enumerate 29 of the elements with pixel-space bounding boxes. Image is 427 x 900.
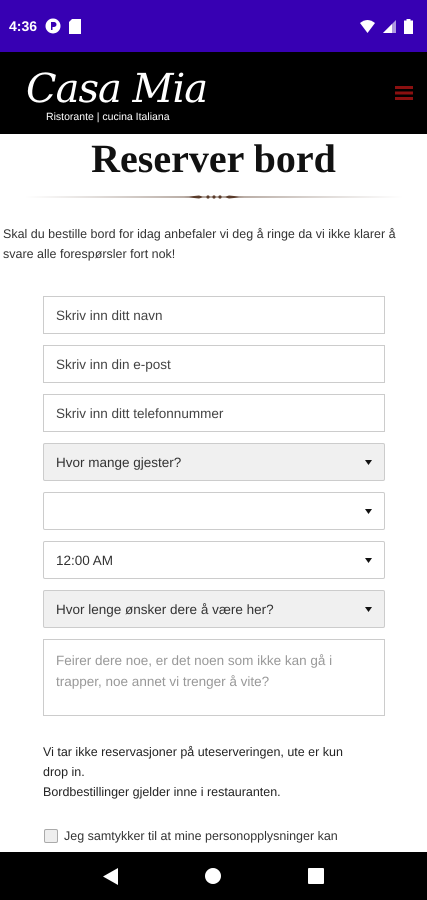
home-icon[interactable] bbox=[204, 868, 221, 884]
battery-icon bbox=[404, 18, 413, 34]
info-text: Vi tar ikke reservasjoner på uteserveringen, ute er kun drop in. bbox=[43, 744, 344, 781]
wifi-icon bbox=[360, 20, 375, 32]
caret-icon bbox=[365, 558, 372, 562]
intro-text: Skal du bestille bord for idag anbefaler vi deg å ringe da vi ikke klarer å svare alle forespørsler fort nok! bbox=[2, 226, 397, 263]
text-input-field[interactable]: Skriv inn ditt navn bbox=[43, 296, 385, 334]
signal-icon bbox=[383, 20, 396, 32]
text-input-field[interactable]: Skriv inn ditt telefonnummer bbox=[43, 394, 385, 432]
message-field[interactable]: Feirer dere noe, er det noen som ikke kan gå i trapper, noe annet vi trenger å vite? bbox=[43, 639, 385, 716]
logo-tagline: Ristorante | cucina Italiana bbox=[46, 111, 170, 123]
caret-icon bbox=[365, 606, 372, 612]
info-text: Bordbestillinger gjelder inne i restauranten. bbox=[43, 784, 282, 801]
dropdown-field[interactable]: 12:00 AM bbox=[43, 541, 385, 579]
caret-icon bbox=[365, 508, 372, 514]
text-input-field[interactable]: Skriv inn din e-post bbox=[43, 345, 385, 383]
page-title: Reserver bord bbox=[90, 136, 337, 182]
consent-label: Jeg samtykker til at mine personopplysninger kan bbox=[64, 829, 338, 843]
status-time: 4:36 bbox=[9, 18, 38, 34]
consent-checkbox[interactable] bbox=[44, 829, 58, 843]
logo[interactable]: Casa Mia bbox=[26, 67, 208, 111]
sd-card-icon bbox=[69, 18, 82, 34]
dropdown-field[interactable]: Hvor lenge ønsker dere å være her? bbox=[43, 590, 385, 628]
back-icon[interactable] bbox=[103, 868, 118, 884]
recents-icon[interactable] bbox=[308, 868, 324, 884]
caret-icon bbox=[365, 460, 372, 464]
notification-icon bbox=[45, 18, 62, 34]
dropdown-field[interactable]: Hvor mange gjester? bbox=[43, 443, 385, 481]
dropdown-field[interactable] bbox=[43, 492, 385, 530]
